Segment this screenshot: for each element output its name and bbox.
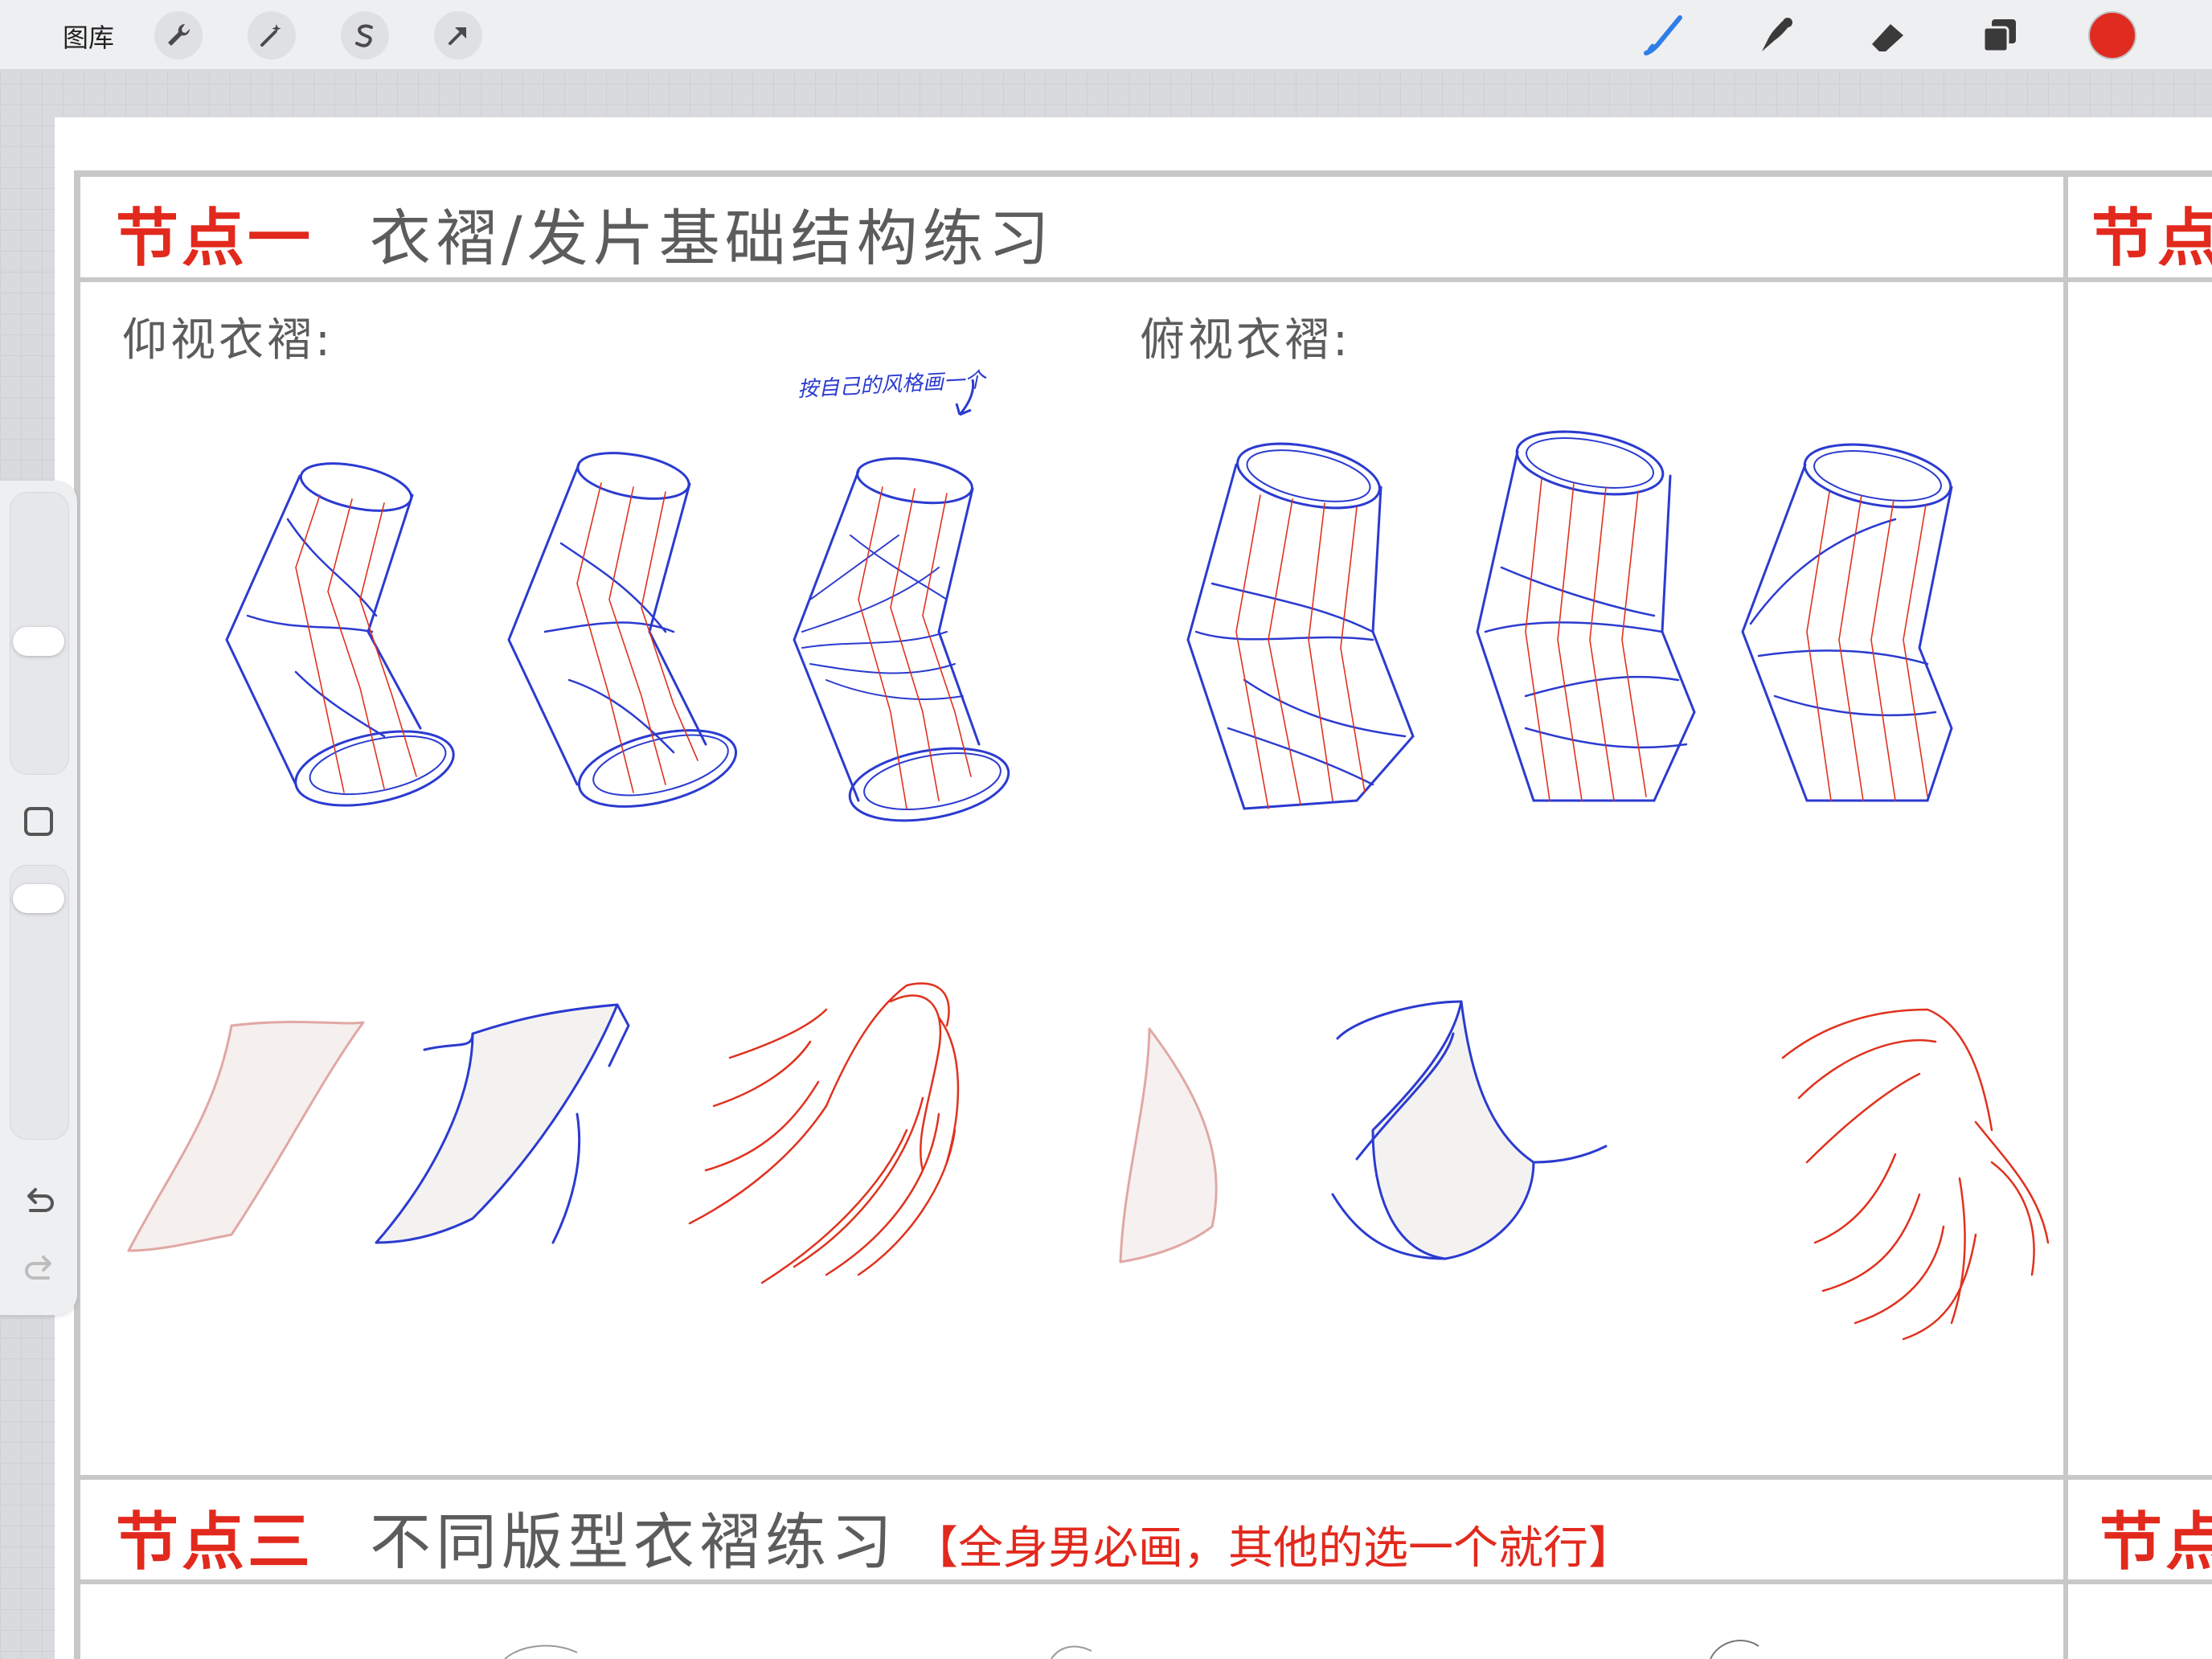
- modify-button[interactable]: [24, 807, 53, 836]
- redo-icon[interactable]: [21, 1252, 58, 1289]
- piece-sketch-3: [1119, 1027, 1218, 1264]
- hair-sketch-1: [688, 982, 960, 1284]
- section-3-note: 【全身男必画，其他的选一个就行】: [913, 1522, 1634, 1575]
- selection-icon[interactable]: [341, 11, 389, 59]
- eraser-icon[interactable]: [1863, 11, 1911, 59]
- piece-sketch-2: [375, 1003, 630, 1244]
- gallery-button[interactable]: 图库: [63, 18, 114, 55]
- top-toolbar: 图库: [0, 0, 2212, 70]
- color-swatch[interactable]: [2088, 11, 2136, 59]
- sleeve-sketch-down-2: [1476, 430, 1696, 802]
- piece-sketch-4: [1331, 1000, 1608, 1260]
- sleeve-sketch-up-3: [793, 457, 1010, 822]
- layers-icon[interactable]: [1976, 11, 2024, 59]
- sketch-drawings: [127, 379, 2050, 1659]
- piece-sketch-1: [127, 1020, 365, 1252]
- transform-arrow-icon[interactable]: [434, 11, 482, 59]
- section-4-number: 节点: [2099, 1506, 2212, 1579]
- hair-sketch-2: [1781, 1008, 2050, 1341]
- magic-wand-icon[interactable]: [248, 11, 296, 59]
- opacity-slider-knob[interactable]: [13, 884, 64, 913]
- canvas-page[interactable]: 节点一衣褶/发片基础结构练习 节点 仰视衣褶: 俯视衣褶: 按自己的风格画一个: [55, 117, 2212, 1659]
- sleeve-sketch-down-1: [1186, 442, 1415, 810]
- brush-icon[interactable]: [1640, 11, 1688, 59]
- undo-icon[interactable]: [21, 1185, 58, 1222]
- section-3-number: 节点三: [116, 1506, 314, 1579]
- section-3-header: 节点三 不同版型衣褶练习 【全身男必画，其他的选一个就行】: [116, 1492, 1633, 1582]
- smudge-icon[interactable]: [1751, 11, 1799, 59]
- side-panel: [0, 481, 77, 1315]
- sleeve-sketch-down-3: [1741, 443, 1953, 802]
- section-3-title: 不同版型衣褶练习: [370, 1506, 898, 1578]
- sleeve-sketch-up-1: [225, 462, 455, 807]
- brush-size-slider-knob[interactable]: [13, 627, 64, 656]
- sleeve-sketch-up-2: [507, 452, 738, 808]
- section-4-header: 节点: [2099, 1492, 2212, 1582]
- wrench-icon[interactable]: [154, 11, 203, 59]
